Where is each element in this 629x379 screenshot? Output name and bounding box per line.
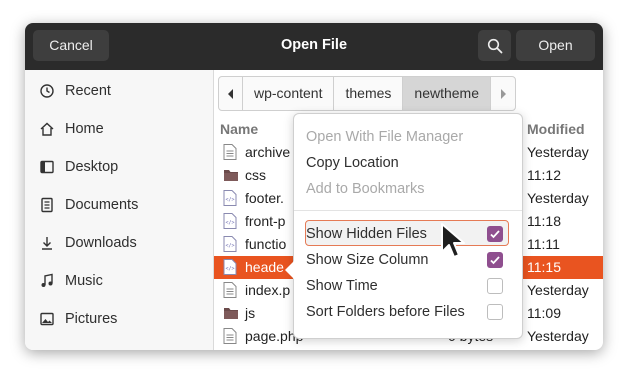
sidebar-item-label: Desktop [65, 159, 119, 175]
php-file-icon: </> [223, 190, 237, 206]
file-name: js [245, 305, 256, 321]
sidebar-item-label: Home [65, 121, 104, 137]
folder-icon [223, 167, 238, 183]
menu-item-show-time[interactable]: Show Time [306, 275, 378, 297]
file-modified: 11:11 [527, 236, 560, 252]
search-icon [487, 38, 503, 54]
show-time-checkbox[interactable] [487, 278, 503, 294]
php-file-icon: </> [223, 259, 237, 275]
file-modified: Yesterday [527, 190, 589, 206]
show-size-column-checkbox[interactable] [487, 252, 503, 268]
picture-icon [40, 312, 54, 326]
check-icon [490, 256, 500, 265]
context-menu: Open With File Manager Copy Location Add… [285, 113, 523, 339]
menu-item-show-size-column[interactable]: Show Size Column [306, 249, 429, 271]
sidebar-item-pictures[interactable]: Pictures [39, 308, 117, 330]
menu-pointer [285, 261, 294, 279]
menu-item-open-with-file-manager[interactable]: Open With File Manager [306, 126, 463, 148]
file-modified: Yesterday [527, 144, 589, 160]
music-icon [41, 273, 53, 287]
text-file-icon [223, 144, 237, 160]
php-file-icon: </> [223, 236, 237, 252]
php-file-icon: </> [223, 213, 237, 229]
path-forward-button[interactable] [491, 77, 515, 110]
file-name: css [245, 167, 266, 183]
sort-folders-checkbox[interactable] [487, 304, 503, 320]
sidebar-item-music[interactable]: Music [39, 270, 103, 292]
sidebar-item-label: Downloads [65, 235, 137, 251]
show-hidden-files-checkbox[interactable] [487, 226, 503, 242]
chevron-left-icon [227, 89, 233, 99]
file-name: archive [245, 144, 291, 160]
document-icon [41, 197, 53, 213]
path-bar: wp-content themes newtheme [218, 76, 516, 111]
menu-separator [294, 210, 522, 211]
sidebar: Recent Home Desktop Documents Downloads … [25, 70, 214, 350]
download-icon [42, 237, 52, 250]
sidebar-item-label: Music [65, 273, 103, 289]
sidebar-item-downloads[interactable]: Downloads [39, 232, 137, 254]
chevron-right-icon [501, 89, 506, 99]
menu-item-copy-location[interactable]: Copy Location [306, 152, 399, 174]
file-name: index.p [245, 282, 291, 298]
svg-text:</>: </> [225, 243, 234, 249]
folder-icon [223, 305, 238, 321]
file-modified: Yesterday [527, 282, 589, 298]
file-modified: 11:15 [527, 259, 561, 275]
file-name: functio [245, 236, 287, 252]
file-name: heade [245, 259, 284, 275]
open-button[interactable]: Open [516, 30, 595, 61]
column-modified-header[interactable]: Modified [527, 121, 585, 137]
svg-text:</>: </> [225, 266, 234, 272]
column-name-header[interactable]: Name [220, 121, 258, 137]
check-icon [490, 230, 500, 239]
file-modified: Yesterday [527, 328, 589, 344]
file-name: footer. [245, 190, 284, 206]
path-segment-wp-content[interactable]: wp-content [243, 77, 335, 110]
text-file-icon [223, 282, 237, 298]
file-modified: 11:09 [527, 305, 561, 321]
path-back-button[interactable] [219, 77, 243, 110]
path-segment-newtheme[interactable]: newtheme [403, 77, 491, 110]
sidebar-item-documents[interactable]: Documents [39, 194, 138, 216]
menu-item-add-to-bookmarks[interactable]: Add to Bookmarks [306, 178, 424, 200]
menu-item-show-hidden-files[interactable]: Show Hidden Files [306, 223, 427, 245]
text-file-icon [223, 328, 237, 344]
file-modified: 11:18 [527, 213, 561, 229]
sidebar-item-recent[interactable]: Recent [39, 80, 111, 102]
header-bar: Cancel Open File Open [25, 23, 603, 70]
svg-text:</>: </> [225, 197, 234, 203]
file-name: front-p [245, 213, 286, 229]
sidebar-item-label: Recent [65, 83, 111, 99]
mouse-pointer-icon [441, 223, 465, 258]
sidebar-item-desktop[interactable]: Desktop [39, 156, 118, 178]
menu-item-sort-folders-before-files[interactable]: Sort Folders before Files [306, 301, 465, 323]
desktop-icon [40, 160, 54, 174]
clock-icon [40, 84, 54, 98]
sidebar-item-home[interactable]: Home [39, 118, 104, 140]
svg-text:</>: </> [225, 220, 234, 226]
sidebar-item-label: Documents [65, 197, 139, 213]
search-button[interactable] [478, 30, 511, 61]
sidebar-item-label: Pictures [65, 311, 118, 327]
file-modified: 11:12 [527, 167, 561, 183]
home-icon [40, 122, 54, 136]
path-segment-themes[interactable]: themes [334, 77, 404, 110]
